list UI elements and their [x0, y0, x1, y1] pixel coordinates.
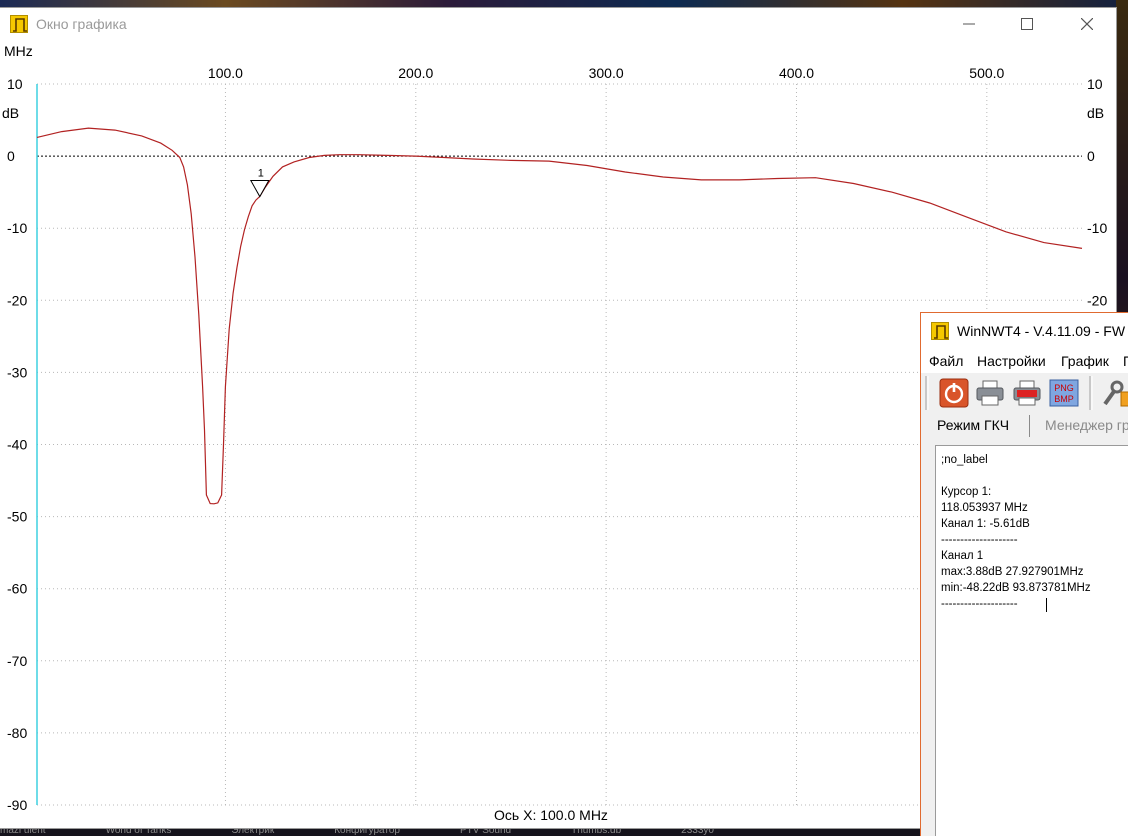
- y-tick-label-left: -80: [7, 725, 27, 741]
- toolbar-separator: [1089, 376, 1093, 410]
- text-caret: [1046, 598, 1047, 612]
- maximize-icon: [1021, 18, 1033, 30]
- tools-icon: [1103, 380, 1128, 407]
- y-tick-label-left: -70: [7, 653, 27, 669]
- y-unit-label-right: dB: [1087, 105, 1104, 121]
- y-tick-label-left: -60: [7, 581, 27, 597]
- y-tick-label-left: -30: [7, 364, 27, 380]
- toolbar: PNG BMP: [921, 373, 1128, 413]
- y-tick-label-left: -50: [7, 509, 27, 525]
- tab-bar: Режим ГКЧ Менеджер гр: [921, 413, 1128, 439]
- info-line: max:3.88dB 27.927901MHz: [941, 566, 1084, 578]
- y-tick-label-left: -90: [7, 797, 27, 813]
- y-tick-label-right: 0: [1087, 148, 1095, 164]
- info-line: Канал 1: -5.61dB: [941, 518, 1030, 530]
- info-line: min:-48.22dB 93.873781MHz: [941, 582, 1091, 594]
- minimize-button[interactable]: [954, 12, 984, 36]
- sweep-icon: [10, 15, 28, 33]
- y-tick-label-right: -10: [1087, 220, 1107, 236]
- x-axis-caption: Ось X: 100.0 MHz: [494, 807, 608, 823]
- pdf-printer-icon: [1013, 380, 1041, 406]
- x-unit-label: MHz: [4, 43, 33, 59]
- cursor-marker: [249, 180, 270, 198]
- info-line: 118.053937 MHz: [941, 502, 1028, 514]
- toolbar-grip: [925, 376, 929, 410]
- power-button[interactable]: [939, 378, 969, 408]
- print-button[interactable]: [975, 378, 1005, 408]
- y-tick-label-left: -20: [7, 292, 27, 308]
- tab-sweep-mode[interactable]: Режим ГКЧ: [937, 417, 1009, 433]
- y-tick-label-right: 10: [1087, 76, 1103, 92]
- info-line: --------------------: [941, 534, 1018, 546]
- png-bmp-icon: PNG BMP: [1049, 379, 1079, 407]
- x-tick-label: 500.0: [969, 65, 1004, 81]
- winnwt-title-bar[interactable]: WinNWT4 - V.4.11.09 - FW: [921, 313, 1128, 349]
- menu-graph[interactable]: График: [1061, 353, 1109, 369]
- info-line: Курсор 1:: [941, 486, 992, 498]
- y-unit-label-left: dB: [2, 105, 19, 121]
- maximize-button[interactable]: [1012, 12, 1042, 36]
- x-tick-label: 100.0: [208, 65, 243, 81]
- x-tick-label: 200.0: [398, 65, 433, 81]
- menu-more[interactable]: П: [1123, 353, 1128, 369]
- graph-title-bar[interactable]: Окно графика: [0, 8, 1116, 40]
- minimize-icon: [963, 23, 975, 25]
- bmp-label: BMP: [1054, 394, 1074, 404]
- power-icon: [939, 378, 969, 408]
- close-icon: [1081, 18, 1093, 30]
- tab-graph-manager[interactable]: Менеджер гр: [1045, 417, 1128, 433]
- pdf-print-button[interactable]: [1012, 378, 1042, 408]
- winnwt-window: WinNWT4 - V.4.11.09 - FW Файл Настройки …: [920, 312, 1128, 836]
- graph-window-title: Окно графика: [36, 16, 127, 32]
- menu-file[interactable]: Файл: [929, 353, 963, 369]
- info-line: ;no_label: [941, 454, 988, 466]
- info-line: --------------------: [941, 598, 1018, 610]
- tab-separator: [1029, 415, 1030, 437]
- printer-icon: [976, 380, 1004, 406]
- x-tick-label: 400.0: [779, 65, 814, 81]
- y-tick-label-left: 0: [7, 148, 15, 164]
- menu-settings[interactable]: Настройки: [977, 353, 1046, 369]
- png-label: PNG: [1054, 383, 1074, 393]
- y-tick-label-right: -20: [1087, 292, 1107, 308]
- menu-bar: Файл Настройки График П: [921, 349, 1128, 373]
- info-line: Канал 1: [941, 550, 984, 562]
- x-tick-label: 300.0: [589, 65, 624, 81]
- winnwt-window-title: WinNWT4 - V.4.11.09 - FW: [957, 323, 1126, 339]
- sweep-icon: [931, 322, 949, 340]
- tools-button[interactable]: [1099, 378, 1128, 408]
- y-tick-label-left: -10: [7, 220, 27, 236]
- y-tick-label-left: -40: [7, 437, 27, 453]
- y-tick-label-left: 10: [7, 76, 23, 92]
- cursor-marker-label: 1: [258, 168, 264, 180]
- close-button[interactable]: [1072, 12, 1102, 36]
- save-image-button[interactable]: PNG BMP: [1049, 378, 1079, 408]
- info-text-area[interactable]: ;no_label Курсор 1: 118.053937 MHz Канал…: [935, 445, 1128, 836]
